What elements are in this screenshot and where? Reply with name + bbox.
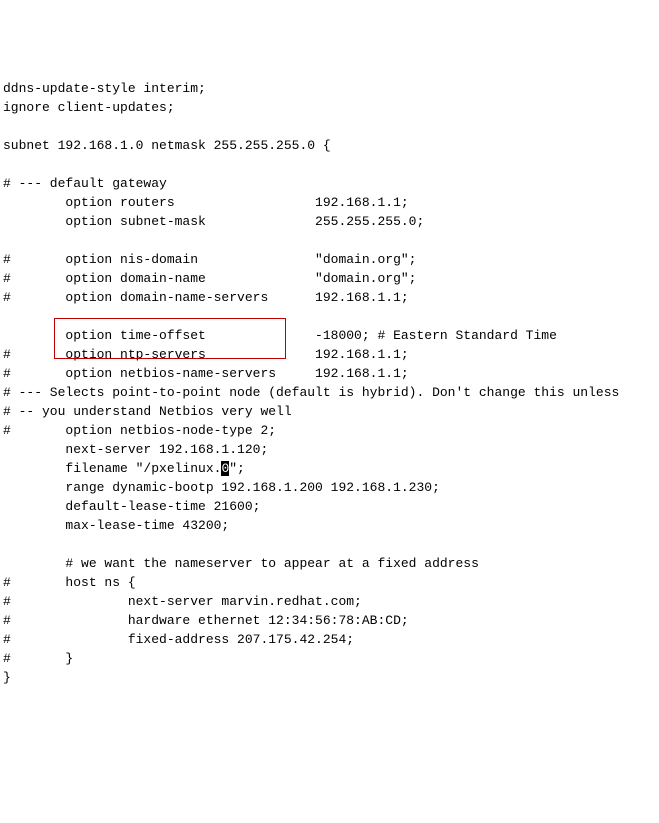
line-part: "; [229, 461, 245, 476]
line: option time-offset -18000; # Eastern Sta… [3, 328, 557, 343]
line: # -- you understand Netbios very well [3, 404, 292, 419]
line: # option domain-name "domain.org"; [3, 271, 416, 286]
line-part: filename "/pxelinux. [3, 461, 221, 476]
line: subnet 192.168.1.0 netmask 255.255.255.0… [3, 138, 331, 153]
line: # option netbios-node-type 2; [3, 423, 276, 438]
line: # } [3, 651, 73, 666]
config-text: ddns-update-style interim; ignore client… [3, 79, 656, 687]
line: next-server 192.168.1.120; [3, 442, 268, 457]
line: # option domain-name-servers 192.168.1.1… [3, 290, 409, 305]
line: range dynamic-bootp 192.168.1.200 192.16… [3, 480, 440, 495]
line: # fixed-address 207.175.42.254; [3, 632, 354, 647]
line: option routers 192.168.1.1; [3, 195, 409, 210]
line: # --- default gateway [3, 176, 167, 191]
line: # option ntp-servers 192.168.1.1; [3, 347, 409, 362]
line: # option nis-domain "domain.org"; [3, 252, 416, 267]
line: max-lease-time 43200; [3, 518, 229, 533]
line: option subnet-mask 255.255.255.0; [3, 214, 424, 229]
line: default-lease-time 21600; [3, 499, 260, 514]
line: # hardware ethernet 12:34:56:78:AB:CD; [3, 613, 409, 628]
line: # next-server marvin.redhat.com; [3, 594, 362, 609]
line: # host ns { [3, 575, 136, 590]
line: ddns-update-style interim; [3, 81, 206, 96]
line: # option netbios-name-servers 192.168.1.… [3, 366, 409, 381]
line: ignore client-updates; [3, 100, 175, 115]
line: # --- Selects point-to-point node (defau… [3, 385, 619, 400]
line: # we want the nameserver to appear at a … [3, 556, 479, 571]
line: } [3, 670, 11, 685]
